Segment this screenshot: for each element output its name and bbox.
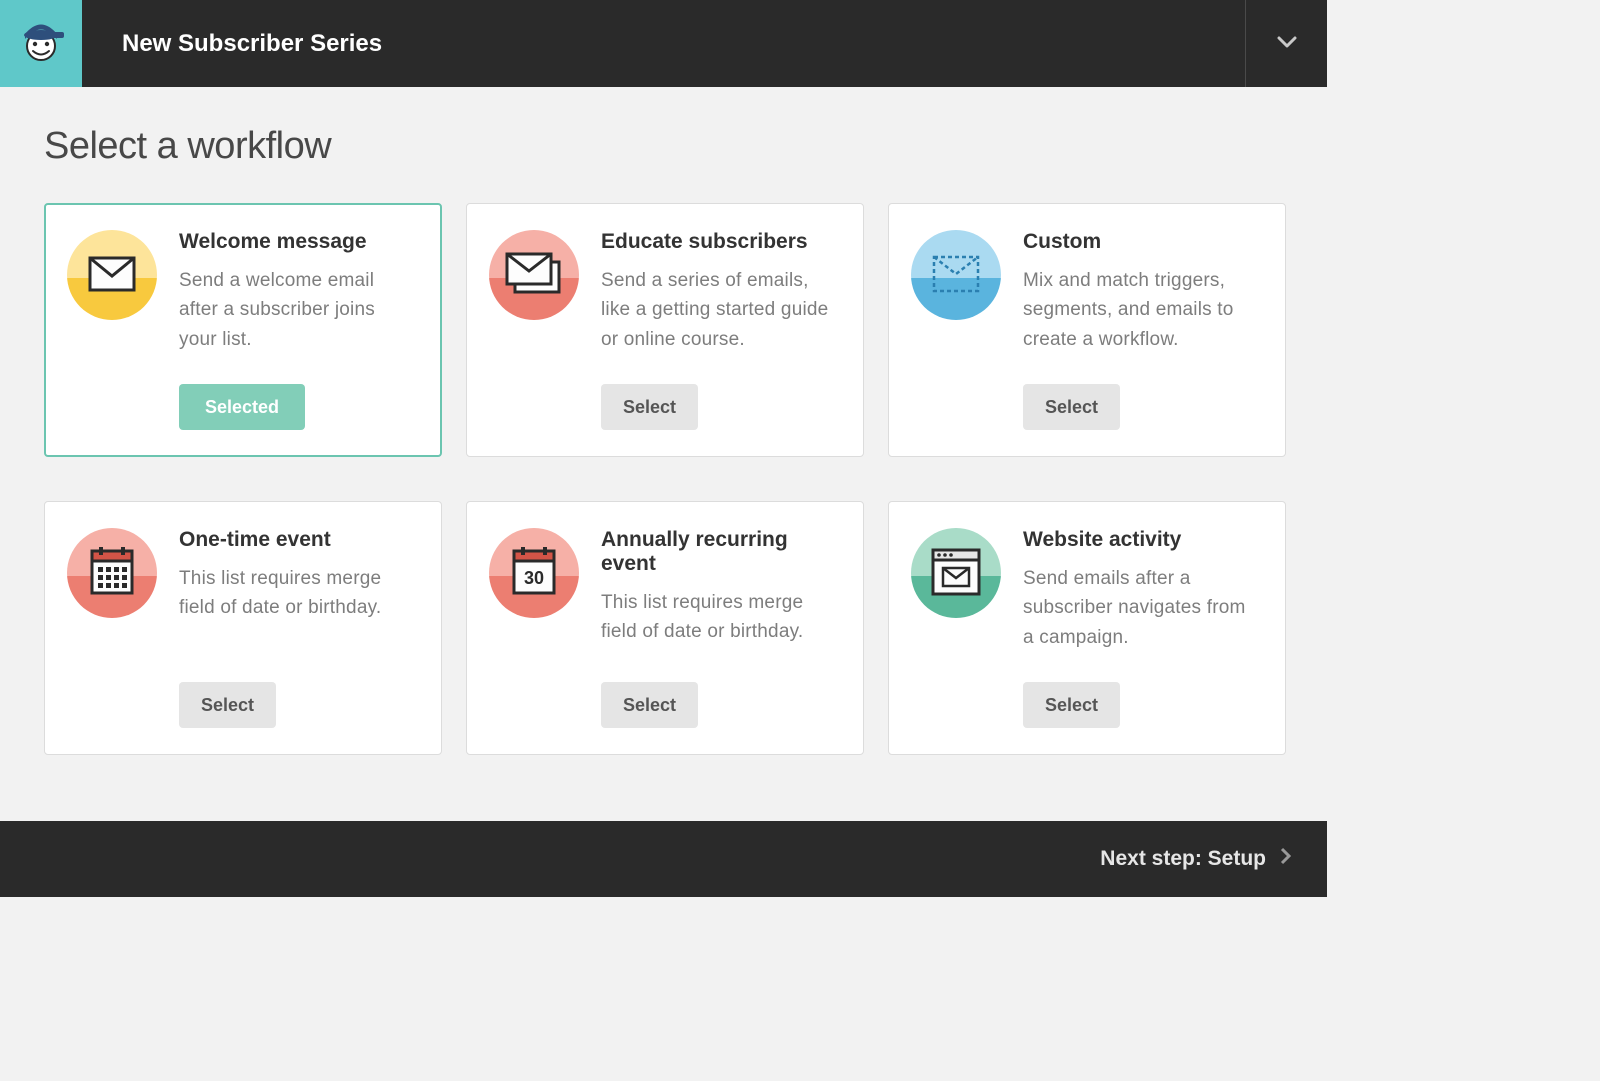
svg-text:30: 30	[524, 568, 544, 588]
select-button[interactable]: Select	[179, 682, 276, 728]
page: Select a workflow	[0, 87, 1327, 793]
card-annually-recurring-event[interactable]: 30 Annually recurring event This list re…	[466, 501, 864, 755]
card-title: Educate subscribers	[601, 230, 839, 254]
card-title: Custom	[1023, 230, 1261, 254]
select-button[interactable]: Select	[1023, 682, 1120, 728]
card-description: Send a series of emails, like a getting …	[601, 266, 839, 378]
card-icon-col	[911, 528, 1001, 728]
card-description: This list requires merge field of date o…	[601, 588, 839, 676]
card-content: Welcome message Send a welcome email aft…	[157, 230, 417, 430]
envelope-icon	[67, 230, 157, 320]
card-icon-col	[489, 230, 579, 430]
browser-envelope-icon	[911, 528, 1001, 618]
card-content: Educate subscribers Send a series of ema…	[579, 230, 839, 430]
card-educate-subscribers[interactable]: Educate subscribers Send a series of ema…	[466, 203, 864, 457]
card-content: One-time event This list requires merge …	[157, 528, 417, 728]
card-icon-col	[67, 230, 157, 430]
blueprint-icon	[911, 230, 1001, 320]
card-icon-col	[911, 230, 1001, 430]
bottombar: Next step: Setup	[0, 821, 1327, 897]
brand-logo-tile[interactable]	[0, 0, 82, 87]
card-description: Mix and match triggers, segments, and em…	[1023, 266, 1261, 378]
select-button[interactable]: Select	[1023, 384, 1120, 430]
chevron-down-icon	[1277, 35, 1297, 53]
card-custom[interactable]: Custom Mix and match triggers, segments,…	[888, 203, 1286, 457]
card-icon-col	[67, 528, 157, 728]
card-icon-col: 30	[489, 528, 579, 728]
card-welcome-message[interactable]: Welcome message Send a welcome email aft…	[44, 203, 442, 457]
topbar-dropdown-toggle[interactable]	[1245, 0, 1327, 87]
card-title: Welcome message	[179, 230, 417, 254]
calendar-date-icon: 30	[489, 528, 579, 618]
card-website-activity[interactable]: Website activity Send emails after a sub…	[888, 501, 1286, 755]
page-title: New Subscriber Series	[82, 0, 1245, 87]
chevron-right-icon	[1280, 847, 1291, 871]
card-description: Send a welcome email after a subscriber …	[179, 266, 417, 378]
card-title: Annually recurring event	[601, 528, 839, 576]
workflow-grid: Welcome message Send a welcome email aft…	[44, 203, 1283, 755]
calendar-grid-icon	[67, 528, 157, 618]
card-content: Annually recurring event This list requi…	[579, 528, 839, 728]
card-content: Custom Mix and match triggers, segments,…	[1001, 230, 1261, 430]
select-button[interactable]: Select	[601, 682, 698, 728]
page-heading: Select a workflow	[44, 125, 1283, 168]
card-title: One-time event	[179, 528, 417, 552]
envelopes-stack-icon	[489, 230, 579, 320]
next-step-button[interactable]: Next step: Setup	[1100, 847, 1291, 871]
card-description: This list requires merge field of date o…	[179, 564, 417, 676]
card-one-time-event[interactable]: One-time event This list requires merge …	[44, 501, 442, 755]
select-button[interactable]: Select	[601, 384, 698, 430]
topbar: New Subscriber Series	[0, 0, 1327, 87]
card-content: Website activity Send emails after a sub…	[1001, 528, 1261, 728]
selected-button[interactable]: Selected	[179, 384, 305, 430]
next-step-label: Next step: Setup	[1100, 847, 1266, 871]
monkey-logo-icon	[16, 16, 66, 71]
card-description: Send emails after a subscriber navigates…	[1023, 564, 1261, 676]
card-title: Website activity	[1023, 528, 1261, 552]
